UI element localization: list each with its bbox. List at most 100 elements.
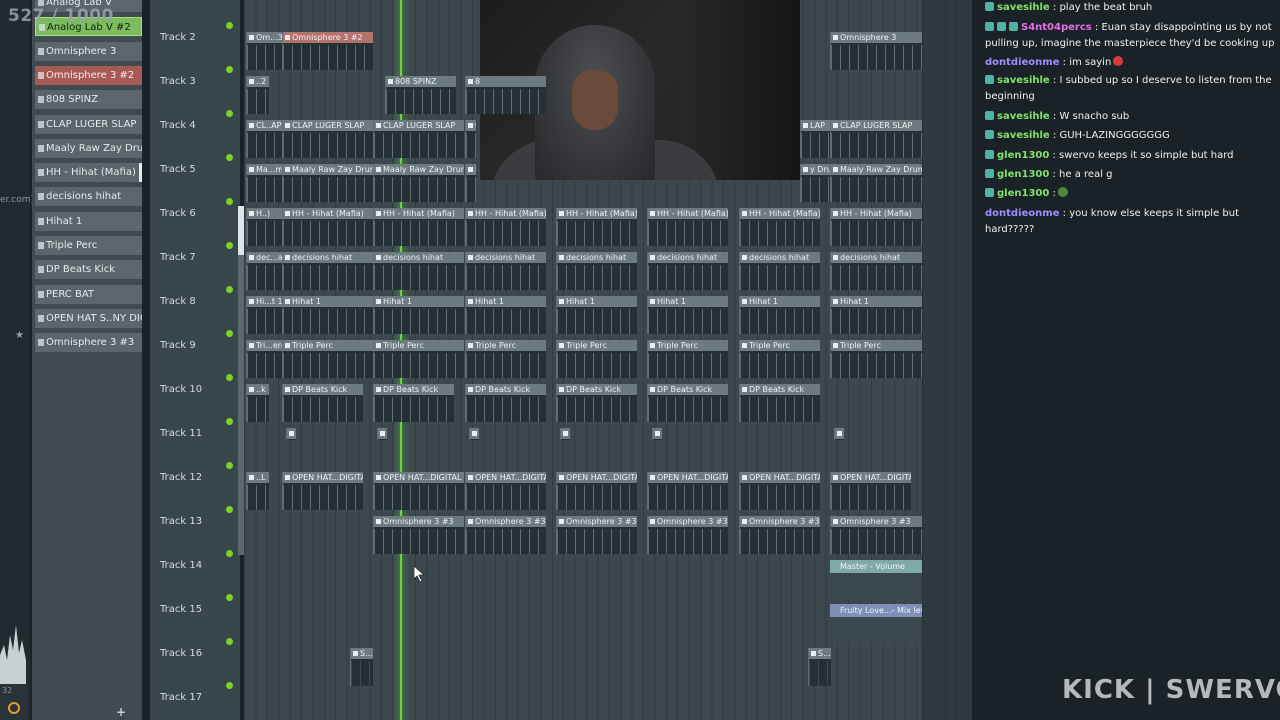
pattern-clip[interactable]: Triple Perc — [373, 340, 464, 378]
add-channel-button[interactable]: + — [116, 705, 126, 719]
pattern-clip[interactable]: 808 SPINZ — [385, 76, 456, 114]
pattern-clip[interactable]: decisions hihat — [647, 252, 728, 290]
pattern-clip[interactable]: Omnisphere 3 #3 — [556, 516, 637, 554]
track-label[interactable]: Track 17 — [160, 692, 202, 703]
track-mute-led[interactable] — [226, 286, 233, 293]
pattern-clip-small[interactable] — [469, 428, 479, 440]
chat-username[interactable]: savesihle — [997, 2, 1050, 13]
pattern-clip[interactable]: Hihat 1 — [373, 296, 464, 334]
chat-username[interactable]: glen1300 — [997, 188, 1049, 199]
pattern-clip[interactable]: HH - Hihat (Mafia) — [647, 208, 728, 246]
pattern-clip[interactable]: S... — [350, 648, 373, 686]
track-mute-led[interactable] — [226, 506, 233, 513]
pattern-clip[interactable]: ..k — [246, 384, 269, 422]
channel-button[interactable]: 808 SPINZ — [35, 90, 142, 110]
automation-clip[interactable]: Master - Volume — [830, 560, 922, 573]
channel-button[interactable]: CLAP LUGER SLAP — [35, 114, 142, 134]
pattern-clip[interactable]: Triple Perc — [830, 340, 922, 378]
pattern-clip[interactable]: DP Beats Kick — [739, 384, 820, 422]
channel-button[interactable]: HH - Hihat (Mafia) — [35, 163, 142, 183]
pattern-clip-small[interactable] — [286, 428, 296, 440]
pattern-clip[interactable]: OPEN HAT...DIGITAL — [830, 472, 911, 510]
pattern-clip[interactable]: DP Beats Kick — [647, 384, 728, 422]
pattern-clip[interactable]: OPEN HAT...DIGITAL — [647, 472, 728, 510]
pattern-clip[interactable]: OPEN HAT...DIGITAL — [556, 472, 637, 510]
chat-username[interactable]: dontdieonme — [985, 57, 1060, 68]
track-label[interactable]: Track 6 — [160, 208, 196, 219]
pattern-clip[interactable]: ..2 — [246, 76, 269, 114]
track-mute-led[interactable] — [226, 638, 233, 645]
track-label[interactable]: Track 9 — [160, 340, 196, 351]
pattern-clip[interactable]: HH - Hihat (Mafia) — [282, 208, 373, 246]
pattern-clip[interactable]: Triple Perc — [739, 340, 820, 378]
pattern-clip[interactable]: HH - Hihat (Mafia) — [556, 208, 637, 246]
track-label[interactable]: Track 8 — [160, 296, 196, 307]
pattern-clip[interactable]: LAP — [800, 120, 831, 158]
pattern-clip-small[interactable] — [834, 428, 844, 440]
channel-button[interactable]: Triple Perc — [35, 236, 142, 255]
track-mute-led[interactable] — [226, 154, 233, 161]
pattern-clip[interactable]: OPEN HAT...DIGITAL — [282, 472, 363, 510]
pattern-clip[interactable]: Triple Perc — [556, 340, 637, 378]
track-label[interactable]: Track 16 — [160, 648, 202, 659]
pattern-clip[interactable]: Maaly Raw Zay Drum — [282, 164, 373, 202]
track-label[interactable]: Track 2 — [160, 32, 196, 43]
track-mute-led[interactable] — [226, 198, 233, 205]
pattern-clip[interactable]: HH - Hihat (Mafia) — [830, 208, 922, 246]
pattern-clip[interactable]: Ma...m — [246, 164, 283, 202]
pattern-clip[interactable]: decisions hihat — [830, 252, 922, 290]
track-mute-led[interactable] — [226, 22, 233, 29]
pattern-clip[interactable]: OPEN HAT...DIGITAL — [739, 472, 820, 510]
automation-clip[interactable]: Fruity Love...- Mix level — [830, 604, 922, 617]
channel-button[interactable]: PERC BAT — [35, 284, 142, 304]
track-label[interactable]: Track 14 — [160, 560, 202, 571]
track-mute-led[interactable] — [226, 462, 233, 469]
channel-button[interactable]: OPEN HAT S..NY DIGITAL — [35, 308, 142, 328]
track-mute-led[interactable] — [226, 594, 233, 601]
chat-username[interactable]: savesihle — [997, 111, 1050, 122]
track-mute-led[interactable] — [226, 66, 233, 73]
track-label[interactable]: Track 13 — [160, 516, 202, 527]
track-mute-led[interactable] — [226, 374, 233, 381]
pattern-clip[interactable]: Maaly Raw Zay Drum — [373, 164, 464, 202]
pattern-clip[interactable]: S... — [808, 648, 831, 686]
pattern-clip[interactable]: CLAP LUGER SLAP — [282, 120, 373, 158]
pattern-clip[interactable]: y Drum — [800, 164, 831, 202]
pattern-clip[interactable]: decisions hihat — [465, 252, 546, 290]
track-label[interactable]: Track 10 — [160, 384, 202, 395]
track-label[interactable]: Track 3 — [160, 76, 196, 87]
pattern-clip[interactable]: decisions hihat — [739, 252, 820, 290]
track-label[interactable]: Track 11 — [160, 428, 202, 439]
chat-username[interactable]: S4nt04percs — [1021, 22, 1092, 33]
pattern-clip[interactable]: CLAP LUGER SLAP — [373, 120, 464, 158]
track-label[interactable]: Track 15 — [160, 604, 202, 615]
pattern-clip-small[interactable] — [560, 428, 570, 440]
track-mute-led[interactable] — [226, 330, 233, 337]
channel-button[interactable]: Hihat 1 — [35, 211, 142, 231]
pattern-clip[interactable]: Hihat 1 — [739, 296, 820, 334]
pattern-clip[interactable]: HH - Hihat (Mafia) — [465, 208, 546, 246]
pattern-clip[interactable]: Om...3 — [246, 32, 283, 70]
chat-username[interactable]: dontdieonme — [985, 208, 1060, 219]
channel-button[interactable]: decisions hihat — [35, 187, 142, 207]
pattern-clip[interactable]: Omnisphere 3 — [830, 32, 922, 70]
search-icon[interactable] — [8, 702, 20, 714]
pattern-clip[interactable]: DP Beats Kick — [373, 384, 454, 422]
pattern-clip[interactable]: H..) — [246, 208, 283, 246]
pattern-clip[interactable]: DP Beats Kick — [556, 384, 637, 422]
pattern-clip[interactable]: CL..AP — [246, 120, 283, 158]
pattern-clip[interactable]: 8 — [465, 76, 546, 114]
pattern-clip[interactable]: M — [465, 164, 476, 202]
pattern-clip[interactable]: Hihat 1 — [282, 296, 373, 334]
pattern-clip[interactable]: decisions hihat — [556, 252, 637, 290]
pattern-clip[interactable]: OPEN HAT...DIGITAL — [465, 472, 546, 510]
track-mute-led[interactable] — [226, 550, 233, 557]
pattern-clip[interactable]: Omnisphere 3 #3 — [465, 516, 546, 554]
pattern-clip[interactable]: Hi...t 1 — [246, 296, 283, 334]
pattern-clip[interactable]: Maaly Raw Zay Drum — [830, 164, 922, 202]
star-icon[interactable]: ★ — [15, 330, 24, 341]
pattern-clip[interactable]: Omnisphere 3 #3 — [647, 516, 728, 554]
channel-button[interactable]: DP Beats Kick — [35, 260, 142, 280]
chat-username[interactable]: glen1300 — [997, 169, 1049, 180]
chat-username[interactable]: glen1300 — [997, 150, 1049, 161]
